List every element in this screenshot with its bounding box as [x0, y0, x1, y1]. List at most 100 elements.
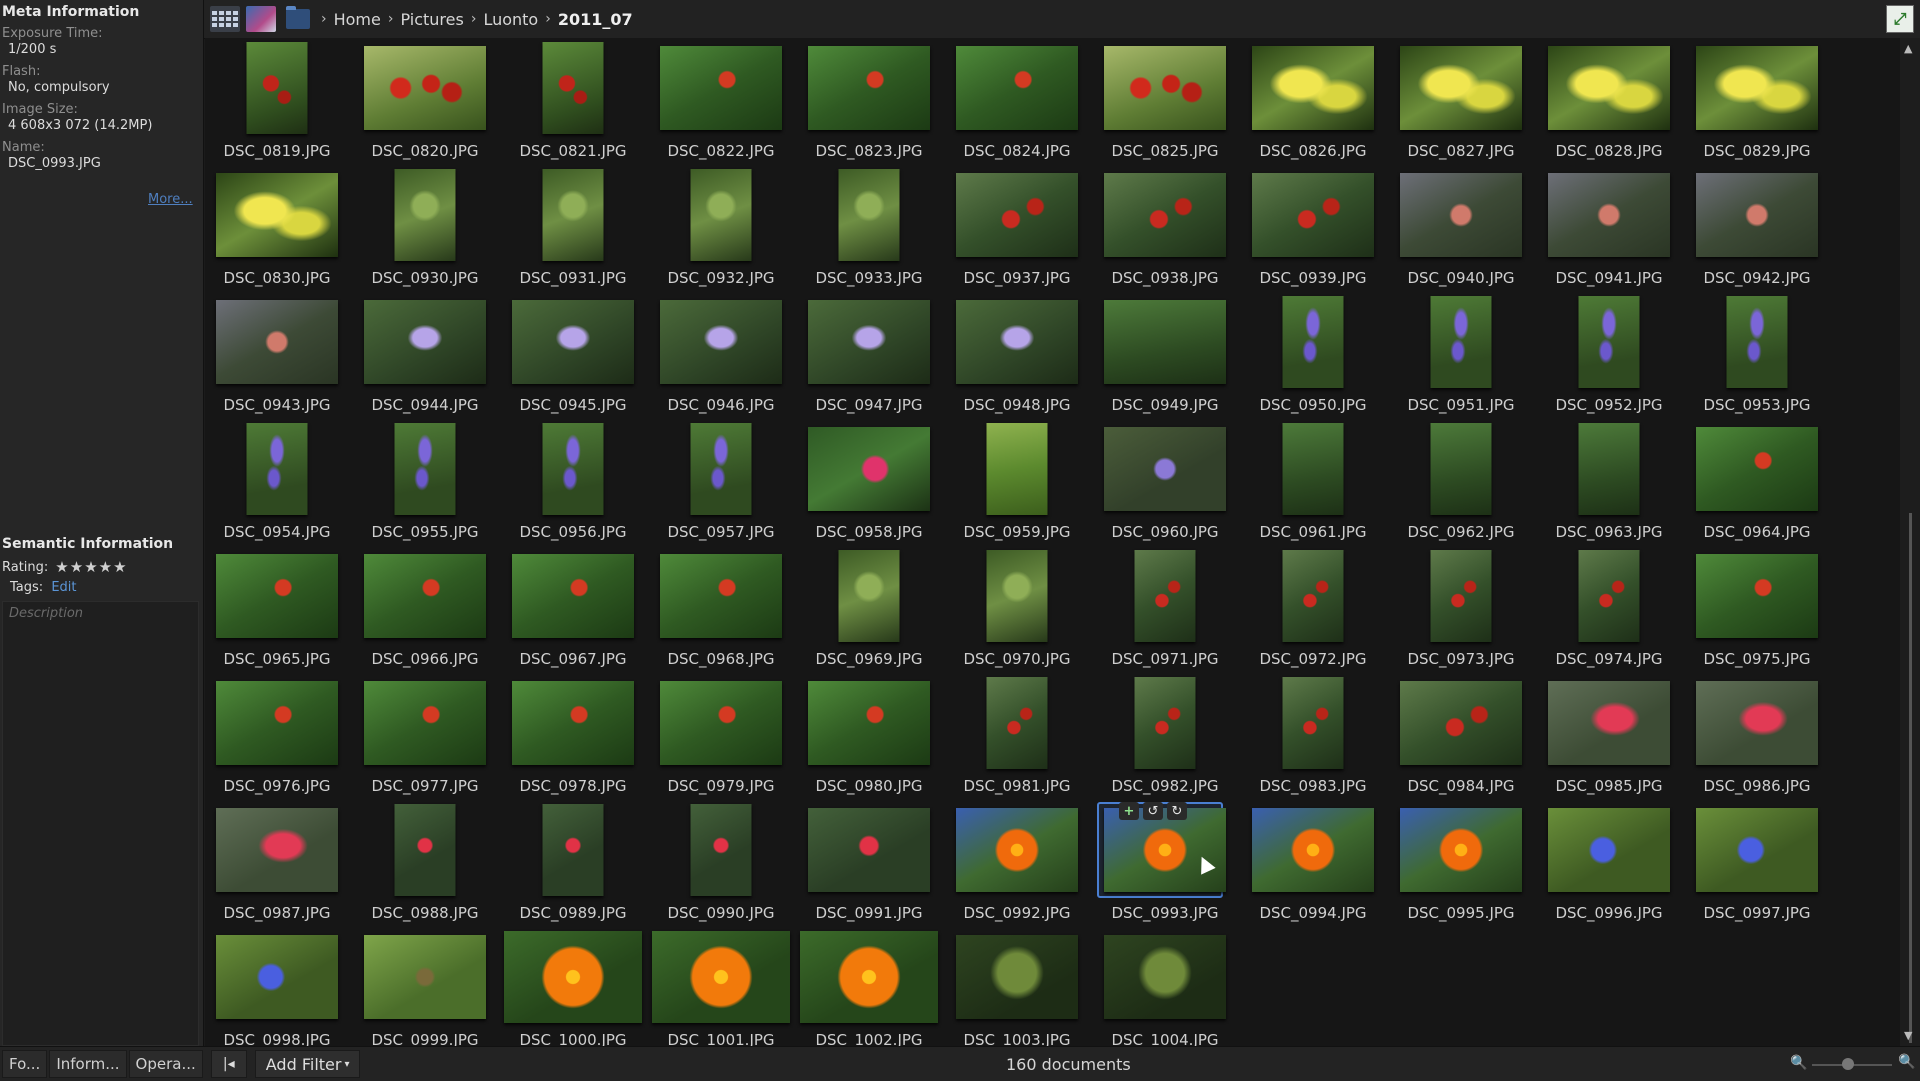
thumbnail-item[interactable]: DSC_1002.JPG	[799, 931, 939, 1046]
thumbnail-item[interactable]: DSC_0962.JPG	[1391, 423, 1531, 547]
thumbnail-image[interactable]	[1252, 46, 1374, 130]
thumbnail-image[interactable]	[542, 423, 604, 515]
thumbnail-image[interactable]	[1430, 296, 1492, 388]
thumbnail-image[interactable]	[986, 550, 1048, 642]
breadcrumb-home[interactable]: Home	[334, 10, 381, 29]
thumbnail-image[interactable]	[660, 681, 782, 765]
thumbnail-item[interactable]: DSC_0940.JPG	[1391, 169, 1531, 293]
rating-stars[interactable]: ★★★★★	[54, 558, 126, 576]
tab-folders[interactable]: Fo...	[2, 1050, 48, 1078]
thumbnail-image[interactable]	[364, 681, 486, 765]
thumbnail-item[interactable]: DSC_0988.JPG	[355, 804, 495, 928]
thumbnail-item[interactable]: DSC_0963.JPG	[1539, 423, 1679, 547]
thumbnail-item[interactable]: DSC_0977.JPG	[355, 677, 495, 801]
thumbnail-item[interactable]: DSC_0941.JPG	[1539, 169, 1679, 293]
thumbnail-image[interactable]	[1548, 46, 1670, 130]
thumbnail-item[interactable]: DSC_0970.JPG	[947, 550, 1087, 674]
thumbnail-image[interactable]	[1400, 808, 1522, 892]
thumbnail-image[interactable]	[1696, 46, 1818, 130]
thumbnail-image[interactable]	[1430, 550, 1492, 642]
thumbnail-item[interactable]: DSC_0829.JPG	[1687, 42, 1827, 166]
thumbnail-image[interactable]	[986, 677, 1048, 769]
star-icon[interactable]: ★	[84, 558, 97, 576]
thumbnail-image[interactable]	[364, 554, 486, 638]
thumbnail-item[interactable]: DSC_0966.JPG	[355, 550, 495, 674]
thumbnail-item[interactable]: DSC_0954.JPG	[207, 423, 347, 547]
thumbnail-item[interactable]: DSC_0997.JPG	[1687, 804, 1827, 928]
thumbnail-image[interactable]	[1282, 550, 1344, 642]
thumbnail-item[interactable]: DSC_0945.JPG	[503, 296, 643, 420]
thumbnail-image[interactable]	[542, 42, 604, 134]
vertical-scrollbar[interactable]: ▲ ▼	[1900, 38, 1920, 1046]
tags-edit-link[interactable]: Edit	[51, 580, 76, 595]
thumbnail-item[interactable]: DSC_0951.JPG	[1391, 296, 1531, 420]
thumbnail-image[interactable]	[690, 423, 752, 515]
thumbnail-item[interactable]: DSC_0828.JPG	[1539, 42, 1679, 166]
thumbnail-item[interactable]: DSC_0938.JPG	[1095, 169, 1235, 293]
thumbnail-image[interactable]	[216, 681, 338, 765]
thumbnail-item[interactable]: DSC_0986.JPG	[1687, 677, 1827, 801]
thumbnail-item[interactable]: DSC_0973.JPG	[1391, 550, 1531, 674]
thumbnail-image[interactable]	[216, 935, 338, 1019]
scroll-down-icon[interactable]: ▼	[1904, 1029, 1912, 1042]
thumbnail-image[interactable]	[512, 300, 634, 384]
thumbnail-item[interactable]: DSC_0821.JPG	[503, 42, 643, 166]
thumbnail-item[interactable]: DSC_0982.JPG	[1095, 677, 1235, 801]
star-icon[interactable]: ★	[99, 558, 112, 576]
thumbnail-image[interactable]	[1104, 935, 1226, 1019]
thumbnail-item[interactable]: DSC_0822.JPG	[651, 42, 791, 166]
thumbnail-image[interactable]	[1104, 300, 1226, 384]
thumbnail-item[interactable]: DSC_0994.JPG	[1243, 804, 1383, 928]
tab-operations[interactable]: Opera...	[128, 1050, 203, 1078]
thumbnail-item[interactable]: DSC_0976.JPG	[207, 677, 347, 801]
thumbnail-item[interactable]: DSC_0824.JPG	[947, 42, 1087, 166]
thumbnail-image[interactable]	[1578, 296, 1640, 388]
thumbnail-image[interactable]	[364, 46, 486, 130]
thumbnail-image[interactable]	[808, 46, 930, 130]
thumbnail-item[interactable]: DSC_0949.JPG	[1095, 296, 1235, 420]
thumbnail-image[interactable]	[1696, 808, 1818, 892]
thumbnail-image[interactable]	[1104, 173, 1226, 257]
thumbnail-item[interactable]: DSC_0952.JPG	[1539, 296, 1679, 420]
thumbnail-item[interactable]: DSC_1001.JPG	[651, 931, 791, 1046]
thumbnail-item[interactable]: DSC_0825.JPG	[1095, 42, 1235, 166]
thumbnail-image[interactable]	[660, 46, 782, 130]
thumbnail-image[interactable]	[1400, 46, 1522, 130]
thumbnail-image[interactable]	[512, 681, 634, 765]
thumbnail-image[interactable]	[800, 931, 938, 1023]
thumbnail-image[interactable]	[216, 554, 338, 638]
thumbnail-image[interactable]	[1134, 677, 1196, 769]
rotate-right-icon[interactable]: ↻	[1167, 802, 1187, 820]
thumbnail-image[interactable]	[1282, 296, 1344, 388]
thumbnail-item[interactable]: DSC_0930.JPG	[355, 169, 495, 293]
zoom-slider-handle[interactable]	[1842, 1058, 1854, 1070]
thumbnail-item[interactable]: DSC_0942.JPG	[1687, 169, 1827, 293]
thumbnail-image[interactable]	[690, 169, 752, 261]
thumbnail-item[interactable]: DSC_0964.JPG	[1687, 423, 1827, 547]
thumbnail-item[interactable]: DSC_0826.JPG	[1243, 42, 1383, 166]
more-link[interactable]: More...	[148, 192, 193, 207]
star-icon[interactable]: ★	[113, 558, 126, 576]
thumbnail-item[interactable]: DSC_0958.JPG	[799, 423, 939, 547]
thumbnail-image[interactable]	[1696, 554, 1818, 638]
thumbnail-image[interactable]	[1548, 173, 1670, 257]
thumbnail-image[interactable]	[1282, 677, 1344, 769]
thumbnail-item[interactable]: DSC_0991.JPG	[799, 804, 939, 928]
thumbnail-item[interactable]: DSC_0937.JPG	[947, 169, 1087, 293]
thumbnail-item[interactable]: DSC_0987.JPG	[207, 804, 347, 928]
photo-view-icon[interactable]	[246, 6, 276, 32]
thumbnail-image[interactable]	[1400, 173, 1522, 257]
thumbnail-item[interactable]: DSC_0961.JPG	[1243, 423, 1383, 547]
thumbnail-item[interactable]: DSC_0943.JPG	[207, 296, 347, 420]
thumbnail-item[interactable]: DSC_1004.JPG	[1095, 931, 1235, 1046]
thumbnail-item[interactable]: DSC_0972.JPG	[1243, 550, 1383, 674]
thumbnail-item[interactable]: DSC_0933.JPG	[799, 169, 939, 293]
thumbnail-item[interactable]: DSC_0950.JPG	[1243, 296, 1383, 420]
thumbnail-item[interactable]: DSC_0998.JPG	[207, 931, 347, 1046]
thumbnail-item[interactable]: DSC_0819.JPG	[207, 42, 347, 166]
thumbnail-image[interactable]	[394, 423, 456, 515]
thumbnail-image[interactable]	[364, 935, 486, 1019]
thumbnail-item[interactable]: DSC_0957.JPG	[651, 423, 791, 547]
thumbnail-item[interactable]: DSC_0979.JPG	[651, 677, 791, 801]
thumbnail-item[interactable]: DSC_0996.JPG	[1539, 804, 1679, 928]
